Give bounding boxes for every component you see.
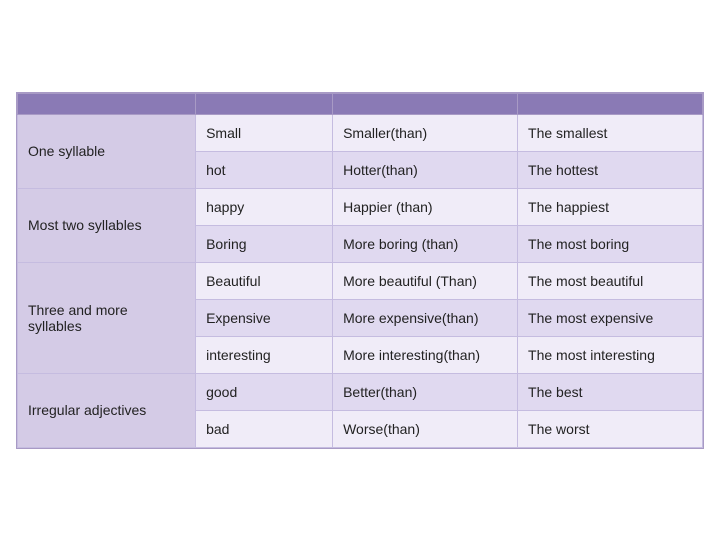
- superlative-cell: The smallest: [518, 114, 703, 151]
- comparative-cell: Happier (than): [333, 188, 518, 225]
- comparative-cell: Hotter(than): [333, 151, 518, 188]
- header-comparative: [333, 93, 518, 114]
- comparative-cell: More expensive(than): [333, 299, 518, 336]
- table-row: Irregular adjectivesgoodBetter(than)The …: [18, 373, 703, 410]
- main-table-wrapper: One syllableSmallSmaller(than)The smalle…: [16, 92, 704, 449]
- category-cell: One syllable: [18, 114, 196, 188]
- comparative-cell: More boring (than): [333, 225, 518, 262]
- superlative-cell: The most boring: [518, 225, 703, 262]
- adjective-cell: good: [196, 373, 333, 410]
- header-empty: [18, 93, 196, 114]
- header-adjective: [196, 93, 333, 114]
- comparative-cell: Better(than): [333, 373, 518, 410]
- adjective-cell: Small: [196, 114, 333, 151]
- superlative-cell: The most interesting: [518, 336, 703, 373]
- header-superlative: [518, 93, 703, 114]
- adjective-cell: Boring: [196, 225, 333, 262]
- table-row: One syllableSmallSmaller(than)The smalle…: [18, 114, 703, 151]
- category-cell: Most two syllables: [18, 188, 196, 262]
- table-row: Three and more syllablesBeautifulMore be…: [18, 262, 703, 299]
- adjective-cell: Expensive: [196, 299, 333, 336]
- comparative-cell: More interesting(than): [333, 336, 518, 373]
- adjective-cell: interesting: [196, 336, 333, 373]
- comparative-cell: Worse(than): [333, 410, 518, 447]
- adjective-cell: Beautiful: [196, 262, 333, 299]
- comparative-cell: Smaller(than): [333, 114, 518, 151]
- grammar-table: One syllableSmallSmaller(than)The smalle…: [17, 93, 703, 448]
- adjective-cell: bad: [196, 410, 333, 447]
- adjective-cell: hot: [196, 151, 333, 188]
- table-row: Most two syllableshappyHappier (than)The…: [18, 188, 703, 225]
- superlative-cell: The worst: [518, 410, 703, 447]
- adjective-cell: happy: [196, 188, 333, 225]
- header-row: [18, 93, 703, 114]
- category-cell: Three and more syllables: [18, 262, 196, 373]
- superlative-cell: The best: [518, 373, 703, 410]
- superlative-cell: The happiest: [518, 188, 703, 225]
- superlative-cell: The hottest: [518, 151, 703, 188]
- comparative-cell: More beautiful (Than): [333, 262, 518, 299]
- superlative-cell: The most beautiful: [518, 262, 703, 299]
- category-cell: Irregular adjectives: [18, 373, 196, 447]
- superlative-cell: The most expensive: [518, 299, 703, 336]
